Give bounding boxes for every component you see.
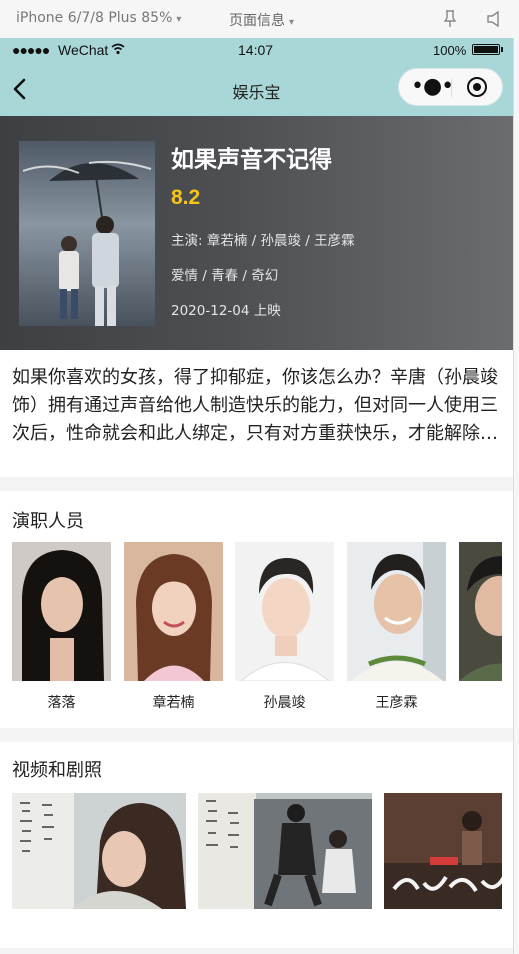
cast-name: 落落 <box>47 695 76 711</box>
cast-name: 严 <box>459 692 503 712</box>
media-still[interactable] <box>12 793 186 909</box>
more-menu-button[interactable]: •●• <box>411 76 454 98</box>
simulator-window: iPhone 6/7/8 Plus 85% ▾ 页面信息 ▾ ●●●●● WeCha… <box>0 0 519 954</box>
signal-icon: ●●●●● <box>12 42 50 58</box>
movie-rating: 8.2 <box>171 186 201 209</box>
cast-member[interactable]: 严 <box>459 542 502 722</box>
clock: 14:07 <box>238 42 274 58</box>
page-info-dropdown[interactable]: 页面信息 ▾ <box>229 10 294 30</box>
pin-icon[interactable] <box>443 10 457 28</box>
navigation-bar: 娱乐宝 •●• <box>0 62 513 116</box>
cast-photo <box>459 542 502 681</box>
media-list[interactable] <box>12 793 502 909</box>
battery-percentage: 100% <box>433 43 467 58</box>
page-info-label: 页面信息 <box>229 13 285 29</box>
simulator-scrollbar[interactable] <box>513 38 519 954</box>
cast-photo <box>124 542 223 681</box>
cast-member[interactable]: 王彦霖 <box>347 542 446 722</box>
simulator-toolbar: iPhone 6/7/8 Plus 85% ▾ 页面信息 ▾ <box>0 0 519 39</box>
cast-member[interactable]: 落落 <box>12 542 111 722</box>
movie-cast: 主演: 章若楠 / 孙晨竣 / 王彦霖 <box>171 233 355 249</box>
wifi-icon <box>111 43 125 55</box>
cast-name: 章若楠 <box>152 695 195 711</box>
movie-title: 如果声音不记得 <box>171 147 332 173</box>
speaker-icon[interactable] <box>486 11 502 27</box>
section-title-media: 视频和剧照 <box>12 760 102 781</box>
movie-genres: 爱情 / 青春 / 奇幻 <box>171 268 279 284</box>
movie-release-date: 2020-12-04 上映 <box>171 303 281 319</box>
media-still[interactable] <box>198 793 372 909</box>
cast-photo <box>235 542 334 681</box>
movie-header: 如果声音不记得 8.2 主演: 章若楠 / 孙晨竣 / 王彦霖 爱情 / 青春 … <box>0 116 513 350</box>
media-still[interactable] <box>384 793 502 909</box>
cast-photo <box>12 542 111 681</box>
cast-section: 演职人员 落落 章若楠 孙晨竣 王彦霖 <box>0 491 513 728</box>
cast-name: 王彦霖 <box>375 695 418 711</box>
cast-name: 孙晨竣 <box>263 695 306 711</box>
capsule-divider <box>451 79 452 97</box>
cast-list[interactable]: 落落 章若楠 孙晨竣 王彦霖 <box>12 542 502 722</box>
carrier-label: WeChat <box>58 42 109 58</box>
synopsis-section[interactable]: 如果你喜欢的女孩，得了抑郁症，你该怎么办？辛唐（孙晨竣 饰）拥有通过声音给他人制… <box>0 350 513 477</box>
poster-art <box>19 141 155 326</box>
phone-screen: ●●●●● WeChat 14:07 100% 娱乐宝 •●• 如果声音不记得 … <box>0 38 513 954</box>
chevron-down-icon: ▾ <box>176 14 182 25</box>
cast-member[interactable]: 孙晨竣 <box>235 542 334 722</box>
battery-icon <box>472 44 503 55</box>
status-bar: ●●●●● WeChat 14:07 100% <box>0 38 513 62</box>
media-section: 视频和剧照 <box>0 742 513 948</box>
device-selector-label: iPhone 6/7/8 Plus 85% <box>16 10 173 26</box>
close-miniprogram-button[interactable] <box>467 77 487 97</box>
cast-member[interactable]: 章若楠 <box>124 542 223 722</box>
section-title-cast: 演职人员 <box>12 511 84 532</box>
synopsis-text: 如果你喜欢的女孩，得了抑郁症，你该怎么办？辛唐（孙晨竣 饰）拥有通过声音给他人制… <box>12 367 498 444</box>
cast-photo <box>347 542 446 681</box>
miniprogram-capsule: •●• <box>398 68 503 106</box>
device-selector[interactable]: iPhone 6/7/8 Plus 85% ▾ <box>16 10 181 26</box>
movie-poster[interactable] <box>19 141 155 326</box>
battery-fill <box>474 46 498 53</box>
chevron-down-icon: ▾ <box>289 17 295 28</box>
